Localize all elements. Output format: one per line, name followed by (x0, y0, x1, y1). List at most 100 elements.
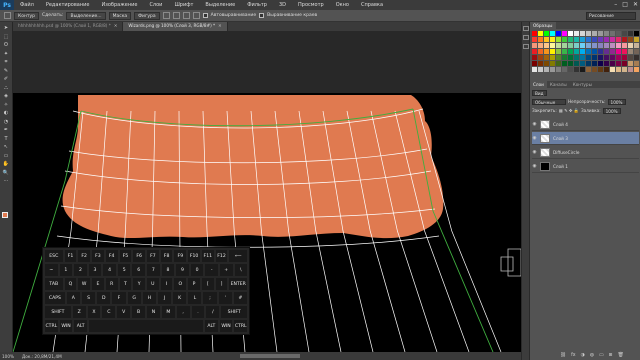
color-swatch[interactable] (568, 31, 573, 36)
keyboard-key[interactable]: - (205, 264, 218, 276)
keyboard-key[interactable]: ] (215, 278, 228, 290)
color-swatch[interactable] (634, 61, 639, 66)
tool-icon[interactable]: ✧ (2, 102, 10, 108)
color-swatch[interactable] (622, 37, 627, 42)
color-swatch[interactable] (574, 61, 579, 66)
space-key[interactable] (89, 320, 204, 332)
color-swatch[interactable] (610, 61, 615, 66)
color-swatch[interactable] (580, 31, 585, 36)
color-swatch[interactable] (556, 55, 561, 60)
color-swatch[interactable] (544, 49, 549, 54)
menu-item[interactable]: Справка (355, 2, 389, 8)
zoom-level[interactable]: 100% (2, 354, 14, 359)
keyboard-key[interactable]: / (206, 306, 220, 318)
keyboard-key[interactable]: J (157, 292, 172, 304)
keyboard-key[interactable]: 6 (132, 264, 146, 276)
color-swatch[interactable] (616, 49, 621, 54)
keyboard-key[interactable]: 0 (190, 264, 204, 276)
color-swatch[interactable] (586, 37, 591, 42)
layers-footer-icon[interactable]: 🗑 (618, 353, 624, 358)
keyboard-key[interactable]: WIN (59, 320, 73, 332)
color-swatch[interactable] (586, 49, 591, 54)
close-tab-icon[interactable]: ✕ (218, 23, 222, 28)
color-swatch[interactable] (532, 31, 537, 36)
color-swatch[interactable] (586, 67, 591, 72)
menu-item[interactable]: Файл (14, 2, 40, 8)
color-swatch[interactable] (580, 55, 585, 60)
keyboard-key[interactable]: ' (218, 292, 232, 304)
color-swatch[interactable] (562, 55, 567, 60)
color-swatch[interactable] (634, 67, 639, 72)
keyboard-key[interactable]: , (176, 306, 190, 318)
color-swatch[interactable] (598, 61, 603, 66)
color-swatch[interactable] (556, 37, 561, 42)
keyboard-key[interactable]: + (219, 264, 233, 276)
menu-item[interactable]: Фильтр (241, 2, 273, 8)
color-swatch[interactable] (628, 49, 633, 54)
color-swatch[interactable] (550, 55, 555, 60)
color-swatch[interactable] (580, 37, 585, 42)
menu-item[interactable]: Просмотр (292, 2, 330, 8)
tool-icon[interactable]: ▭ (2, 153, 10, 159)
close-button[interactable]: ✕ (633, 1, 638, 8)
keyboard-key[interactable]: F (112, 292, 126, 304)
tool-icon[interactable]: ⌗ (2, 59, 10, 65)
keyboard-key[interactable]: R (105, 278, 118, 290)
keyboard-key[interactable]: WIN (219, 320, 233, 332)
make-mask-button[interactable]: Маска (108, 11, 132, 20)
color-swatch[interactable] (604, 43, 609, 48)
color-swatch[interactable] (628, 61, 633, 66)
autoalign-checkbox[interactable] (202, 13, 208, 18)
keyboard-key[interactable]: ALT (205, 320, 218, 332)
layer-row[interactable]: ◉ Слой 3 (532, 132, 639, 145)
keyboard-key[interactable]: F11 (201, 250, 214, 262)
fill-input[interactable]: 100% (602, 107, 621, 114)
tool-icon[interactable]: ◈ (2, 93, 10, 99)
color-swatch[interactable] (562, 37, 567, 42)
color-swatch[interactable] (532, 61, 537, 66)
color-swatch[interactable] (628, 55, 633, 60)
color-swatch[interactable] (580, 49, 585, 54)
color-swatch[interactable] (598, 37, 603, 42)
menu-item[interactable]: 3D (273, 2, 292, 8)
close-tab-icon[interactable]: ✕ (114, 23, 118, 28)
tool-icon[interactable]: ◔ (2, 119, 10, 125)
layer-row[interactable]: ◉ DiffuseCircle (532, 146, 639, 159)
tool-icon[interactable]: T (2, 136, 10, 142)
keyboard-key[interactable]: L (188, 292, 202, 304)
color-swatch[interactable] (544, 37, 549, 42)
color-swatch[interactable] (532, 55, 537, 60)
visibility-eye-icon[interactable]: ◉ (532, 122, 537, 127)
color-swatch[interactable] (532, 37, 537, 42)
color-swatch[interactable] (628, 37, 633, 42)
layers-footer-icon[interactable]: ⊞ (609, 353, 613, 358)
color-swatch[interactable] (592, 31, 597, 36)
color-swatch[interactable] (628, 43, 633, 48)
keyboard-key[interactable]: CAPS (45, 292, 65, 304)
keyboard-key[interactable]: 5 (117, 264, 131, 276)
color-swatch[interactable] (550, 67, 555, 72)
tab-paths[interactable]: Контуры (570, 81, 595, 88)
keyboard-key[interactable]: Q (64, 278, 77, 290)
lock-icons[interactable]: ▦ ✎ ✥ 🔒 (559, 108, 579, 114)
color-swatch[interactable] (550, 43, 555, 48)
color-swatch[interactable] (544, 67, 549, 72)
color-swatch[interactable] (550, 31, 555, 36)
align-edges-checkbox[interactable] (259, 13, 265, 18)
keyboard-key[interactable]: 3 (88, 264, 102, 276)
menu-item[interactable]: Окно (330, 2, 355, 8)
color-swatch[interactable] (568, 37, 573, 42)
keyboard-key[interactable]: W (78, 278, 91, 290)
color-swatch[interactable] (550, 37, 555, 42)
color-swatch[interactable] (532, 43, 537, 48)
keyboard-key[interactable]: ENTER (229, 278, 247, 290)
keyboard-key[interactable]: F1 (64, 250, 77, 262)
keyboard-key[interactable]: B (132, 306, 146, 318)
keyboard-key[interactable]: F7 (147, 250, 159, 262)
keyboard-key[interactable]: I (160, 278, 173, 290)
keyboard-key[interactable]: F10 (188, 250, 200, 262)
menu-item[interactable]: Изображение (95, 2, 143, 8)
foreground-color-swatch[interactable] (2, 212, 8, 218)
document-tab-1[interactable]: hhhhhhhhhh.psd @ 100% (Слой 1, RGB/8) * ✕ (13, 22, 124, 31)
color-swatch[interactable] (598, 55, 603, 60)
